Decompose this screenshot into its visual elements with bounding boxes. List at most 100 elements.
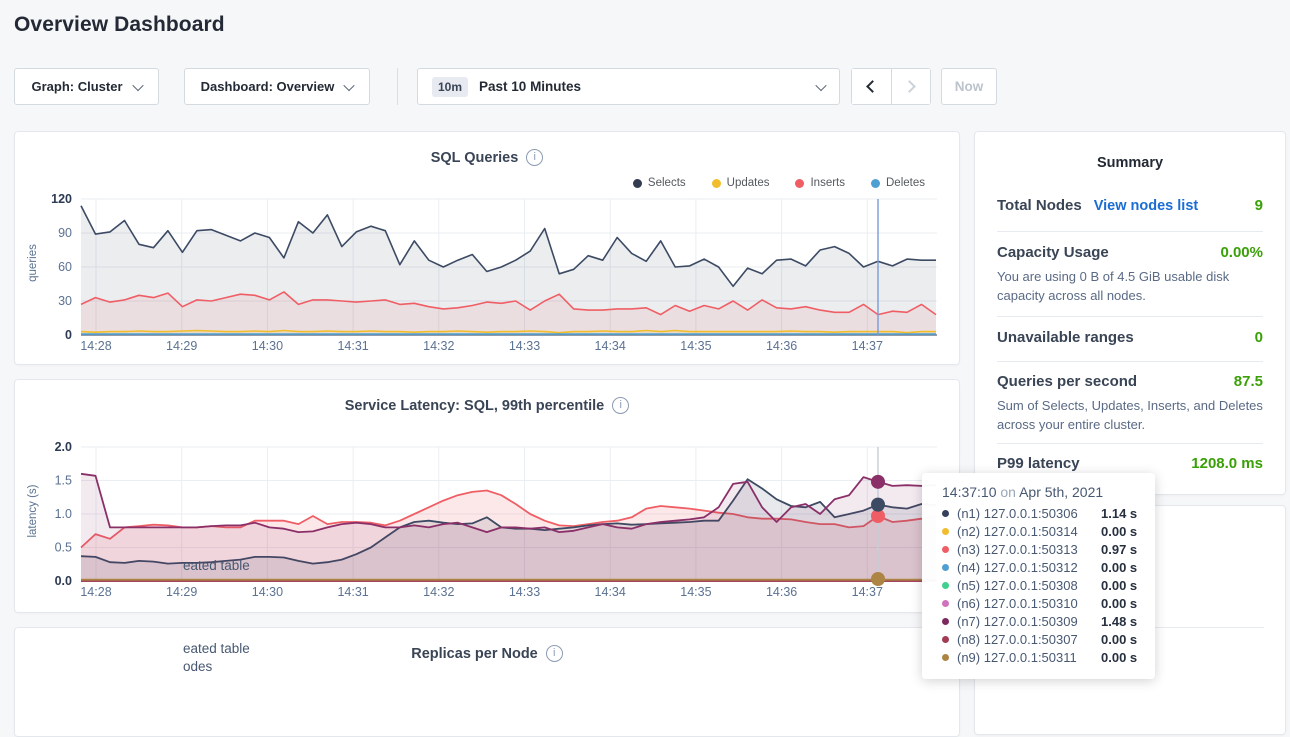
svg-text:14:36: 14:36 bbox=[766, 585, 797, 599]
time-forward-button[interactable] bbox=[891, 69, 931, 104]
info-glyph: i bbox=[620, 399, 622, 411]
sql-queries-chart[interactable]: 14:2814:2914:3014:3114:3214:3314:3414:35… bbox=[15, 190, 961, 362]
svg-text:14:35: 14:35 bbox=[680, 339, 711, 353]
toolbar-divider bbox=[397, 68, 398, 105]
tooltip-date: Apr 5th, 2021 bbox=[1019, 484, 1103, 500]
page-title: Overview Dashboard bbox=[14, 13, 225, 37]
svg-text:14:36: 14:36 bbox=[766, 339, 797, 353]
total-nodes-value: 9 bbox=[1255, 197, 1263, 214]
capacity-usage-row: Capacity Usage 0.00% bbox=[997, 244, 1263, 261]
svg-text:14:37: 14:37 bbox=[852, 585, 883, 599]
svg-text:0: 0 bbox=[65, 328, 72, 342]
svg-text:60: 60 bbox=[58, 260, 72, 274]
capacity-usage-label: Capacity Usage bbox=[997, 244, 1109, 261]
legend-item-deletes[interactable]: Deletes bbox=[871, 177, 925, 189]
divider bbox=[997, 231, 1263, 232]
legend-label: Inserts bbox=[810, 177, 845, 189]
event-text-fragment[interactable]: eated table bbox=[183, 558, 250, 573]
node-latency-value: 0.00 s bbox=[1101, 650, 1137, 665]
dashboard-dropdown[interactable]: Dashboard: Overview bbox=[184, 68, 370, 105]
info-icon[interactable]: i bbox=[612, 397, 629, 414]
divider bbox=[997, 316, 1263, 317]
tooltip-row: (n4) 127.0.0.1:503120.00 s bbox=[942, 558, 1155, 576]
node-address: (n7) 127.0.0.1:50309 bbox=[957, 614, 1093, 629]
series-dot bbox=[942, 582, 949, 589]
svg-text:14:32: 14:32 bbox=[423, 339, 454, 353]
svg-text:1.5: 1.5 bbox=[55, 474, 72, 488]
time-range-label: Past 10 Minutes bbox=[479, 79, 581, 94]
node-latency-value: 0.97 s bbox=[1101, 542, 1137, 557]
legend-item-inserts[interactable]: Inserts bbox=[795, 177, 845, 189]
divider bbox=[997, 361, 1263, 362]
series-dot bbox=[942, 618, 949, 625]
series-dot bbox=[942, 636, 949, 643]
unavailable-ranges-value: 0 bbox=[1255, 329, 1263, 346]
series-dot bbox=[942, 654, 949, 661]
tooltip-row: (n3) 127.0.0.1:50313 0.97 s bbox=[942, 540, 1155, 558]
total-nodes-label: Total Nodes bbox=[997, 197, 1082, 214]
legend-item-selects[interactable]: Selects bbox=[633, 177, 686, 189]
svg-text:14:33: 14:33 bbox=[509, 585, 540, 599]
tooltip-row: (n6) 127.0.0.1:503100.00 s bbox=[942, 594, 1155, 612]
tooltip-row: (n2) 127.0.0.1:503140.00 s bbox=[942, 522, 1155, 540]
view-nodes-list-link[interactable]: View nodes list bbox=[1094, 198, 1199, 214]
event-text-fragment[interactable]: odes bbox=[183, 659, 212, 674]
chart-title-row: SQL Queries i bbox=[15, 149, 959, 166]
info-icon[interactable]: i bbox=[546, 645, 563, 662]
capacity-usage-description: You are using 0 B of 4.5 GiB usable disk… bbox=[997, 267, 1263, 305]
svg-text:90: 90 bbox=[58, 226, 72, 240]
tooltip-on: on bbox=[1000, 484, 1016, 500]
svg-text:14:34: 14:34 bbox=[595, 585, 626, 599]
node-address: (n1) 127.0.0.1:50306 bbox=[957, 506, 1093, 521]
chart-title: Service Latency: SQL, 99th percentile bbox=[345, 398, 605, 414]
chart-hover-tooltip: 14:37:10 on Apr 5th, 2021 (n1) 127.0.0.1… bbox=[922, 473, 1155, 679]
series-dot bbox=[942, 546, 949, 553]
node-latency-value: 0.00 s bbox=[1101, 560, 1137, 575]
chevron-down-icon bbox=[815, 79, 826, 90]
tooltip-row: (n9) 127.0.0.1:503110.00 s bbox=[942, 648, 1155, 666]
info-glyph: i bbox=[553, 647, 555, 659]
legend-item-updates[interactable]: Updates bbox=[712, 177, 770, 189]
time-back-button[interactable] bbox=[852, 69, 891, 104]
tooltip-rows: (n1) 127.0.0.1:503061.14 s(n2) 127.0.0.1… bbox=[942, 504, 1155, 666]
event-text-fragment[interactable]: eated table bbox=[183, 641, 250, 656]
svg-text:14:35: 14:35 bbox=[680, 585, 711, 599]
node-address: (n5) 127.0.0.1:50308 bbox=[957, 578, 1093, 593]
summary-title: Summary bbox=[975, 155, 1285, 171]
svg-text:14:37: 14:37 bbox=[852, 339, 883, 353]
total-nodes-row: Total Nodes View nodes list 9 bbox=[997, 197, 1263, 214]
info-icon[interactable]: i bbox=[526, 149, 543, 166]
node-address: (n8) 127.0.0.1:50307 bbox=[957, 632, 1093, 647]
service-latency-chart[interactable]: 14:2814:2914:3014:3114:3214:3314:3414:35… bbox=[15, 438, 961, 610]
node-address: (n3) 127.0.0.1:50313 bbox=[957, 542, 1093, 557]
node-address: (n2) 127.0.0.1:50314 bbox=[957, 524, 1093, 539]
svg-text:30: 30 bbox=[58, 294, 72, 308]
legend-label: Deletes bbox=[886, 177, 925, 189]
time-range-badge: 10m bbox=[432, 77, 468, 97]
svg-text:0.0: 0.0 bbox=[55, 574, 72, 588]
svg-text:14:34: 14:34 bbox=[595, 339, 626, 353]
node-address: (n6) 127.0.0.1:50310 bbox=[957, 596, 1093, 611]
divider bbox=[997, 443, 1263, 444]
svg-text:14:28: 14:28 bbox=[80, 339, 111, 353]
tooltip-row: (n7) 127.0.0.1:50309 1.48 s bbox=[942, 612, 1155, 630]
now-button[interactable]: Now bbox=[941, 68, 997, 105]
p99-latency-row: P99 latency 1208.0 ms bbox=[997, 455, 1263, 472]
svg-text:2.0: 2.0 bbox=[55, 440, 72, 454]
node-latency-value: 1.48 s bbox=[1101, 614, 1137, 629]
dashboard-dropdown-label: Dashboard: Overview bbox=[201, 79, 335, 94]
summary-panel: Summary Total Nodes View nodes list 9 Ca… bbox=[974, 131, 1286, 495]
chevron-down-icon bbox=[344, 79, 355, 90]
legend-label: Selects bbox=[648, 177, 686, 189]
time-nav-group bbox=[851, 68, 931, 105]
legend-dot bbox=[871, 179, 880, 188]
series-dot bbox=[942, 510, 949, 517]
tooltip-timestamp: 14:37:10 on Apr 5th, 2021 bbox=[942, 484, 1155, 500]
node-latency-value: 1.14 s bbox=[1101, 506, 1137, 521]
time-range-dropdown[interactable]: 10m Past 10 Minutes bbox=[417, 68, 840, 105]
p99-latency-value: 1208.0 ms bbox=[1191, 455, 1263, 472]
info-glyph: i bbox=[534, 151, 536, 163]
graph-scope-dropdown[interactable]: Graph: Cluster bbox=[14, 68, 159, 105]
series-dot bbox=[942, 564, 949, 571]
svg-text:14:29: 14:29 bbox=[166, 585, 197, 599]
